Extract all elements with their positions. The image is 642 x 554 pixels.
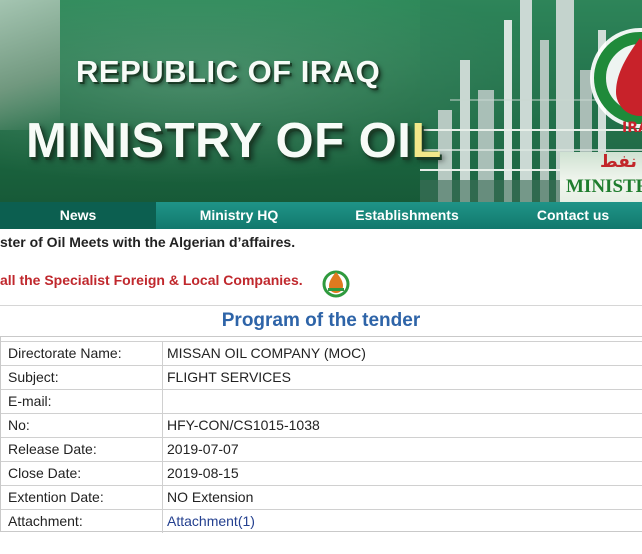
english-ministry-name: MINISTR bbox=[566, 176, 642, 197]
table-row-subject: Subject: FLIGHT SERVICES bbox=[1, 365, 642, 389]
section-divider bbox=[0, 305, 642, 306]
news-ticker-headline[interactable]: ster of Oil Meets with the Algerian d’af… bbox=[0, 234, 295, 250]
table-row-email: E-mail: bbox=[1, 389, 642, 413]
value-release-date: 2019-07-07 bbox=[167, 441, 239, 457]
banner-title-republic: REPUBLIC OF IRAQ bbox=[76, 54, 381, 89]
label-close-date: Close Date: bbox=[1, 462, 163, 485]
attachment-link[interactable]: Attachment(1) bbox=[164, 510, 642, 533]
table-row-directorate: Directorate Name: MISSAN OIL COMPANY (MO… bbox=[1, 341, 642, 365]
arabic-ministry-name: نفط bbox=[600, 152, 637, 172]
banner-title-ministry: MINISTRY OF OIL bbox=[26, 113, 442, 169]
flag-graphic bbox=[0, 0, 60, 130]
ministry-logo-icon: IRAQ bbox=[590, 28, 642, 136]
label-directorate-name: Directorate Name: bbox=[1, 342, 163, 365]
nav-item-establishments[interactable]: Establishments bbox=[322, 202, 492, 229]
value-directorate-name: MISSAN OIL COMPANY (MOC) bbox=[167, 345, 366, 361]
value-close-date: 2019-08-15 bbox=[167, 465, 239, 481]
table-row-close-date: Close Date: 2019-08-15 bbox=[1, 461, 642, 485]
label-release-date: Release Date: bbox=[1, 438, 163, 461]
logo-label: IRAQ bbox=[622, 120, 642, 136]
value-email bbox=[164, 390, 642, 413]
nav-item-contact-us[interactable]: Contact us bbox=[492, 202, 642, 229]
main-nav: News Ministry HQ Establishments Contact … bbox=[0, 202, 642, 229]
tender-program-title: Program of the tender bbox=[221, 310, 421, 331]
table-row-attachment: Attachment: Attachment(1) bbox=[1, 509, 642, 533]
tender-details-table: Directorate Name: MISSAN OIL COMPANY (MO… bbox=[0, 336, 642, 533]
header-banner: REPUBLIC OF IRAQ MINISTRY OF OIL IRAQ نف… bbox=[0, 0, 642, 202]
nav-item-news[interactable]: News bbox=[0, 202, 156, 229]
value-extension-date: NO Extension bbox=[167, 489, 254, 505]
announcement-text[interactable]: all the Specialist Foreign & Local Compa… bbox=[0, 272, 303, 288]
nav-item-ministry-hq[interactable]: Ministry HQ bbox=[156, 202, 322, 229]
label-subject: Subject: bbox=[1, 366, 163, 389]
table-row-number: No: HFY-CON/CS1015-1038 bbox=[1, 413, 642, 437]
label-attachment: Attachment: bbox=[1, 510, 163, 533]
value-subject: FLIGHT SERVICES bbox=[167, 369, 291, 385]
table-row-release-date: Release Date: 2019-07-07 bbox=[1, 437, 642, 461]
label-number: No: bbox=[1, 414, 163, 437]
banner-title-ministry-main: MINISTRY OF OI bbox=[26, 114, 412, 168]
banner-title-ministry-tail: L bbox=[411, 114, 442, 168]
value-number: HFY-CON/CS1015-1038 bbox=[167, 417, 320, 433]
label-email: E-mail: bbox=[1, 390, 163, 413]
table-row-extension-date: Extention Date: NO Extension bbox=[1, 485, 642, 509]
oil-drop-logo-icon bbox=[322, 270, 350, 298]
label-extension-date: Extention Date: bbox=[1, 486, 163, 509]
